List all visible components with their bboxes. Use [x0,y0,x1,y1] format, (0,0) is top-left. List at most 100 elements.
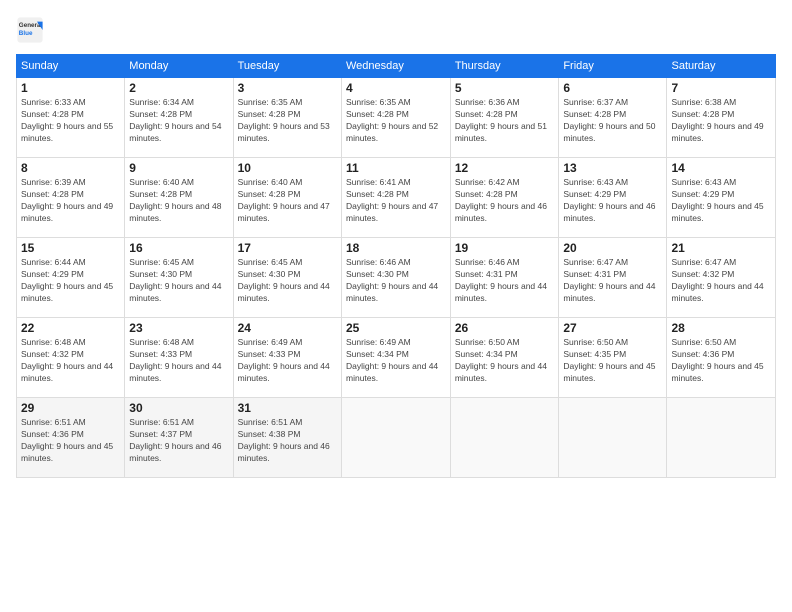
calendar-cell: 2 Sunrise: 6:34 AMSunset: 4:28 PMDayligh… [125,78,233,158]
calendar-cell: 21 Sunrise: 6:47 AMSunset: 4:32 PMDaylig… [667,238,776,318]
day-info: Sunrise: 6:42 AMSunset: 4:28 PMDaylight:… [455,177,547,223]
day-number: 27 [563,321,662,335]
calendar-cell: 6 Sunrise: 6:37 AMSunset: 4:28 PMDayligh… [559,78,667,158]
calendar-cell: 25 Sunrise: 6:49 AMSunset: 4:34 PMDaylig… [342,318,451,398]
calendar-cell: 3 Sunrise: 6:35 AMSunset: 4:28 PMDayligh… [233,78,341,158]
day-number: 18 [346,241,446,255]
calendar-cell: 20 Sunrise: 6:47 AMSunset: 4:31 PMDaylig… [559,238,667,318]
calendar-cell: 31 Sunrise: 6:51 AMSunset: 4:38 PMDaylig… [233,398,341,478]
day-info: Sunrise: 6:35 AMSunset: 4:28 PMDaylight:… [238,97,330,143]
day-info: Sunrise: 6:40 AMSunset: 4:28 PMDaylight:… [129,177,221,223]
day-number: 2 [129,81,228,95]
weekday-header-saturday: Saturday [667,55,776,78]
day-info: Sunrise: 6:43 AMSunset: 4:29 PMDaylight:… [563,177,655,223]
day-number: 21 [671,241,771,255]
calendar-cell: 5 Sunrise: 6:36 AMSunset: 4:28 PMDayligh… [450,78,559,158]
calendar-cell: 19 Sunrise: 6:46 AMSunset: 4:31 PMDaylig… [450,238,559,318]
week-row-1: 1 Sunrise: 6:33 AMSunset: 4:28 PMDayligh… [17,78,776,158]
day-info: Sunrise: 6:47 AMSunset: 4:32 PMDaylight:… [671,257,763,303]
calendar-cell: 4 Sunrise: 6:35 AMSunset: 4:28 PMDayligh… [342,78,451,158]
day-number: 20 [563,241,662,255]
calendar-table: SundayMondayTuesdayWednesdayThursdayFrid… [16,54,776,478]
calendar-cell [342,398,451,478]
day-number: 17 [238,241,337,255]
day-number: 29 [21,401,120,415]
day-number: 15 [21,241,120,255]
day-info: Sunrise: 6:45 AMSunset: 4:30 PMDaylight:… [238,257,330,303]
day-number: 28 [671,321,771,335]
day-info: Sunrise: 6:37 AMSunset: 4:28 PMDaylight:… [563,97,655,143]
calendar-cell [667,398,776,478]
calendar-cell: 30 Sunrise: 6:51 AMSunset: 4:37 PMDaylig… [125,398,233,478]
day-number: 16 [129,241,228,255]
day-info: Sunrise: 6:41 AMSunset: 4:28 PMDaylight:… [346,177,438,223]
week-row-3: 15 Sunrise: 6:44 AMSunset: 4:29 PMDaylig… [17,238,776,318]
svg-text:Blue: Blue [19,30,33,37]
day-info: Sunrise: 6:40 AMSunset: 4:28 PMDaylight:… [238,177,330,223]
calendar-cell: 22 Sunrise: 6:48 AMSunset: 4:32 PMDaylig… [17,318,125,398]
day-info: Sunrise: 6:49 AMSunset: 4:34 PMDaylight:… [346,337,438,383]
calendar-cell: 24 Sunrise: 6:49 AMSunset: 4:33 PMDaylig… [233,318,341,398]
page-container: General Blue SundayMondayTuesdayWednesda… [0,0,792,612]
calendar-cell: 29 Sunrise: 6:51 AMSunset: 4:36 PMDaylig… [17,398,125,478]
calendar-cell [450,398,559,478]
logo: General Blue [16,16,48,44]
day-info: Sunrise: 6:47 AMSunset: 4:31 PMDaylight:… [563,257,655,303]
day-info: Sunrise: 6:48 AMSunset: 4:33 PMDaylight:… [129,337,221,383]
calendar-cell: 12 Sunrise: 6:42 AMSunset: 4:28 PMDaylig… [450,158,559,238]
week-row-4: 22 Sunrise: 6:48 AMSunset: 4:32 PMDaylig… [17,318,776,398]
calendar-cell: 16 Sunrise: 6:45 AMSunset: 4:30 PMDaylig… [125,238,233,318]
day-info: Sunrise: 6:50 AMSunset: 4:36 PMDaylight:… [671,337,763,383]
day-number: 1 [21,81,120,95]
day-info: Sunrise: 6:46 AMSunset: 4:30 PMDaylight:… [346,257,438,303]
day-number: 24 [238,321,337,335]
day-number: 14 [671,161,771,175]
day-number: 3 [238,81,337,95]
day-number: 11 [346,161,446,175]
day-info: Sunrise: 6:49 AMSunset: 4:33 PMDaylight:… [238,337,330,383]
calendar-cell: 10 Sunrise: 6:40 AMSunset: 4:28 PMDaylig… [233,158,341,238]
calendar-cell: 9 Sunrise: 6:40 AMSunset: 4:28 PMDayligh… [125,158,233,238]
day-number: 12 [455,161,555,175]
page-header: General Blue [16,16,776,44]
day-number: 23 [129,321,228,335]
day-info: Sunrise: 6:34 AMSunset: 4:28 PMDaylight:… [129,97,221,143]
day-number: 10 [238,161,337,175]
logo-icon: General Blue [16,16,44,44]
day-number: 5 [455,81,555,95]
weekday-header-thursday: Thursday [450,55,559,78]
day-number: 9 [129,161,228,175]
weekday-header-monday: Monday [125,55,233,78]
day-number: 8 [21,161,120,175]
day-number: 7 [671,81,771,95]
day-number: 26 [455,321,555,335]
calendar-cell: 14 Sunrise: 6:43 AMSunset: 4:29 PMDaylig… [667,158,776,238]
day-info: Sunrise: 6:45 AMSunset: 4:30 PMDaylight:… [129,257,221,303]
weekday-header-tuesday: Tuesday [233,55,341,78]
day-info: Sunrise: 6:51 AMSunset: 4:37 PMDaylight:… [129,417,221,463]
calendar-cell: 1 Sunrise: 6:33 AMSunset: 4:28 PMDayligh… [17,78,125,158]
calendar-cell: 28 Sunrise: 6:50 AMSunset: 4:36 PMDaylig… [667,318,776,398]
calendar-cell: 7 Sunrise: 6:38 AMSunset: 4:28 PMDayligh… [667,78,776,158]
calendar-cell: 18 Sunrise: 6:46 AMSunset: 4:30 PMDaylig… [342,238,451,318]
day-number: 13 [563,161,662,175]
calendar-cell: 15 Sunrise: 6:44 AMSunset: 4:29 PMDaylig… [17,238,125,318]
day-number: 4 [346,81,446,95]
weekday-header-row: SundayMondayTuesdayWednesdayThursdayFrid… [17,55,776,78]
day-number: 25 [346,321,446,335]
day-info: Sunrise: 6:39 AMSunset: 4:28 PMDaylight:… [21,177,113,223]
calendar-cell [559,398,667,478]
day-info: Sunrise: 6:50 AMSunset: 4:34 PMDaylight:… [455,337,547,383]
day-number: 22 [21,321,120,335]
day-info: Sunrise: 6:35 AMSunset: 4:28 PMDaylight:… [346,97,438,143]
day-number: 30 [129,401,228,415]
day-number: 19 [455,241,555,255]
day-info: Sunrise: 6:38 AMSunset: 4:28 PMDaylight:… [671,97,763,143]
day-info: Sunrise: 6:48 AMSunset: 4:32 PMDaylight:… [21,337,113,383]
week-row-2: 8 Sunrise: 6:39 AMSunset: 4:28 PMDayligh… [17,158,776,238]
calendar-cell: 17 Sunrise: 6:45 AMSunset: 4:30 PMDaylig… [233,238,341,318]
day-info: Sunrise: 6:33 AMSunset: 4:28 PMDaylight:… [21,97,113,143]
day-info: Sunrise: 6:36 AMSunset: 4:28 PMDaylight:… [455,97,547,143]
day-number: 31 [238,401,337,415]
calendar-cell: 23 Sunrise: 6:48 AMSunset: 4:33 PMDaylig… [125,318,233,398]
